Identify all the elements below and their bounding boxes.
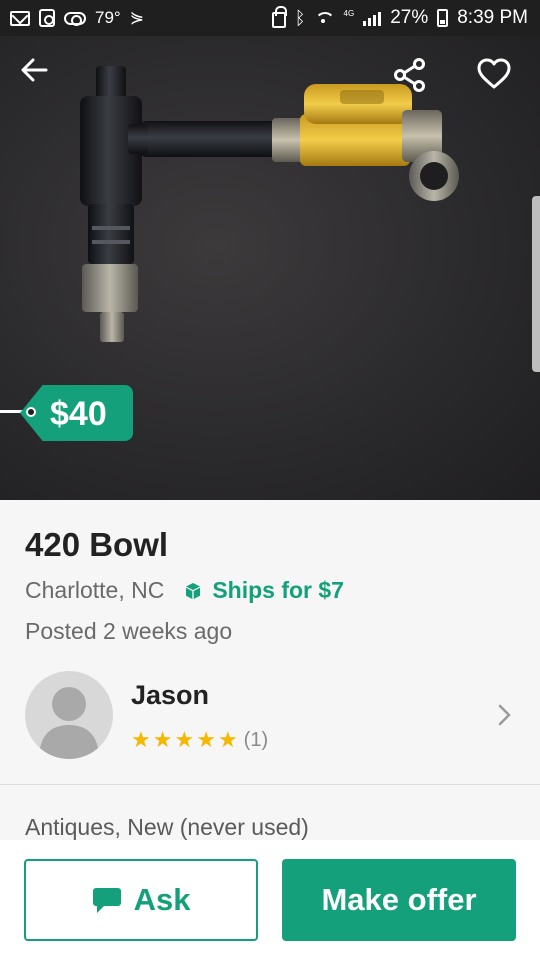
lock-icon [271,6,287,28]
cloud-icon [64,11,86,26]
mail-icon [10,10,30,26]
avatar [25,671,113,759]
seller-rating: ★ ★ ★ ★ ★ (1) [131,728,268,752]
battery-icon [437,9,449,27]
star-icon: ★ [131,727,151,752]
default-avatar-icon [39,687,99,759]
network-type-text: 4G [343,8,355,18]
back-button[interactable] [20,58,64,102]
seller-row[interactable]: Jason ★ ★ ★ ★ ★ (1) [0,660,540,784]
action-bar: Ask Make offer [0,840,540,960]
star-icon: ★ [174,727,195,752]
shipping-info: Ships for $7 [184,577,344,604]
back-arrow-icon [21,58,48,82]
location-text: Charlotte, NC [25,577,165,603]
signal-icon [363,10,382,26]
price-tag-hole [26,407,36,417]
seller-name: Jason [131,680,210,710]
ask-button[interactable]: Ask [24,859,258,941]
category-condition: Antiques, New (never used) [25,814,309,840]
send-icon: ⋟ [129,8,144,27]
divider [0,784,540,785]
chevron-right-icon [498,704,511,726]
bluetooth-icon: ᛒ [294,7,306,28]
rating-count: (1) [243,728,269,751]
location-row: Charlotte, NC Ships for $7 [25,577,344,604]
share-button[interactable] [393,58,437,102]
image-scroll-handle[interactable] [532,196,540,372]
share-icon [394,58,425,92]
chat-bubble-icon [92,888,121,913]
posted-time: Posted 2 weeks ago [25,618,233,644]
battery-percent: 27% [390,7,429,28]
ask-label: Ask [133,882,191,917]
make-offer-button[interactable]: Make offer [282,859,516,941]
favorite-button[interactable] [476,58,520,102]
status-bar: 79° ⋟ ᛒ 4G 27% 8:39 PM [0,0,540,36]
clock-text: 8:39 PM [457,7,528,28]
wifi-icon [314,10,335,26]
box-icon [39,9,55,27]
temperature-text: 79° [95,8,121,27]
price-text: $40 [50,395,107,433]
item-title: 420 Bowl [25,526,169,563]
star-icon: ★ [196,727,216,752]
make-offer-label: Make offer [321,882,477,917]
star-icon: ★ [217,727,238,752]
listing-details: 420 Bowl Charlotte, NC Ships for $7 Post… [0,500,540,840]
status-right: ᛒ 4G 27% 8:39 PM [271,6,528,29]
star-icon: ★ [152,727,173,752]
heart-icon [477,58,511,89]
shipping-text: Ships for $7 [212,577,344,603]
status-left: 79° ⋟ [10,8,144,28]
package-icon [186,582,201,599]
